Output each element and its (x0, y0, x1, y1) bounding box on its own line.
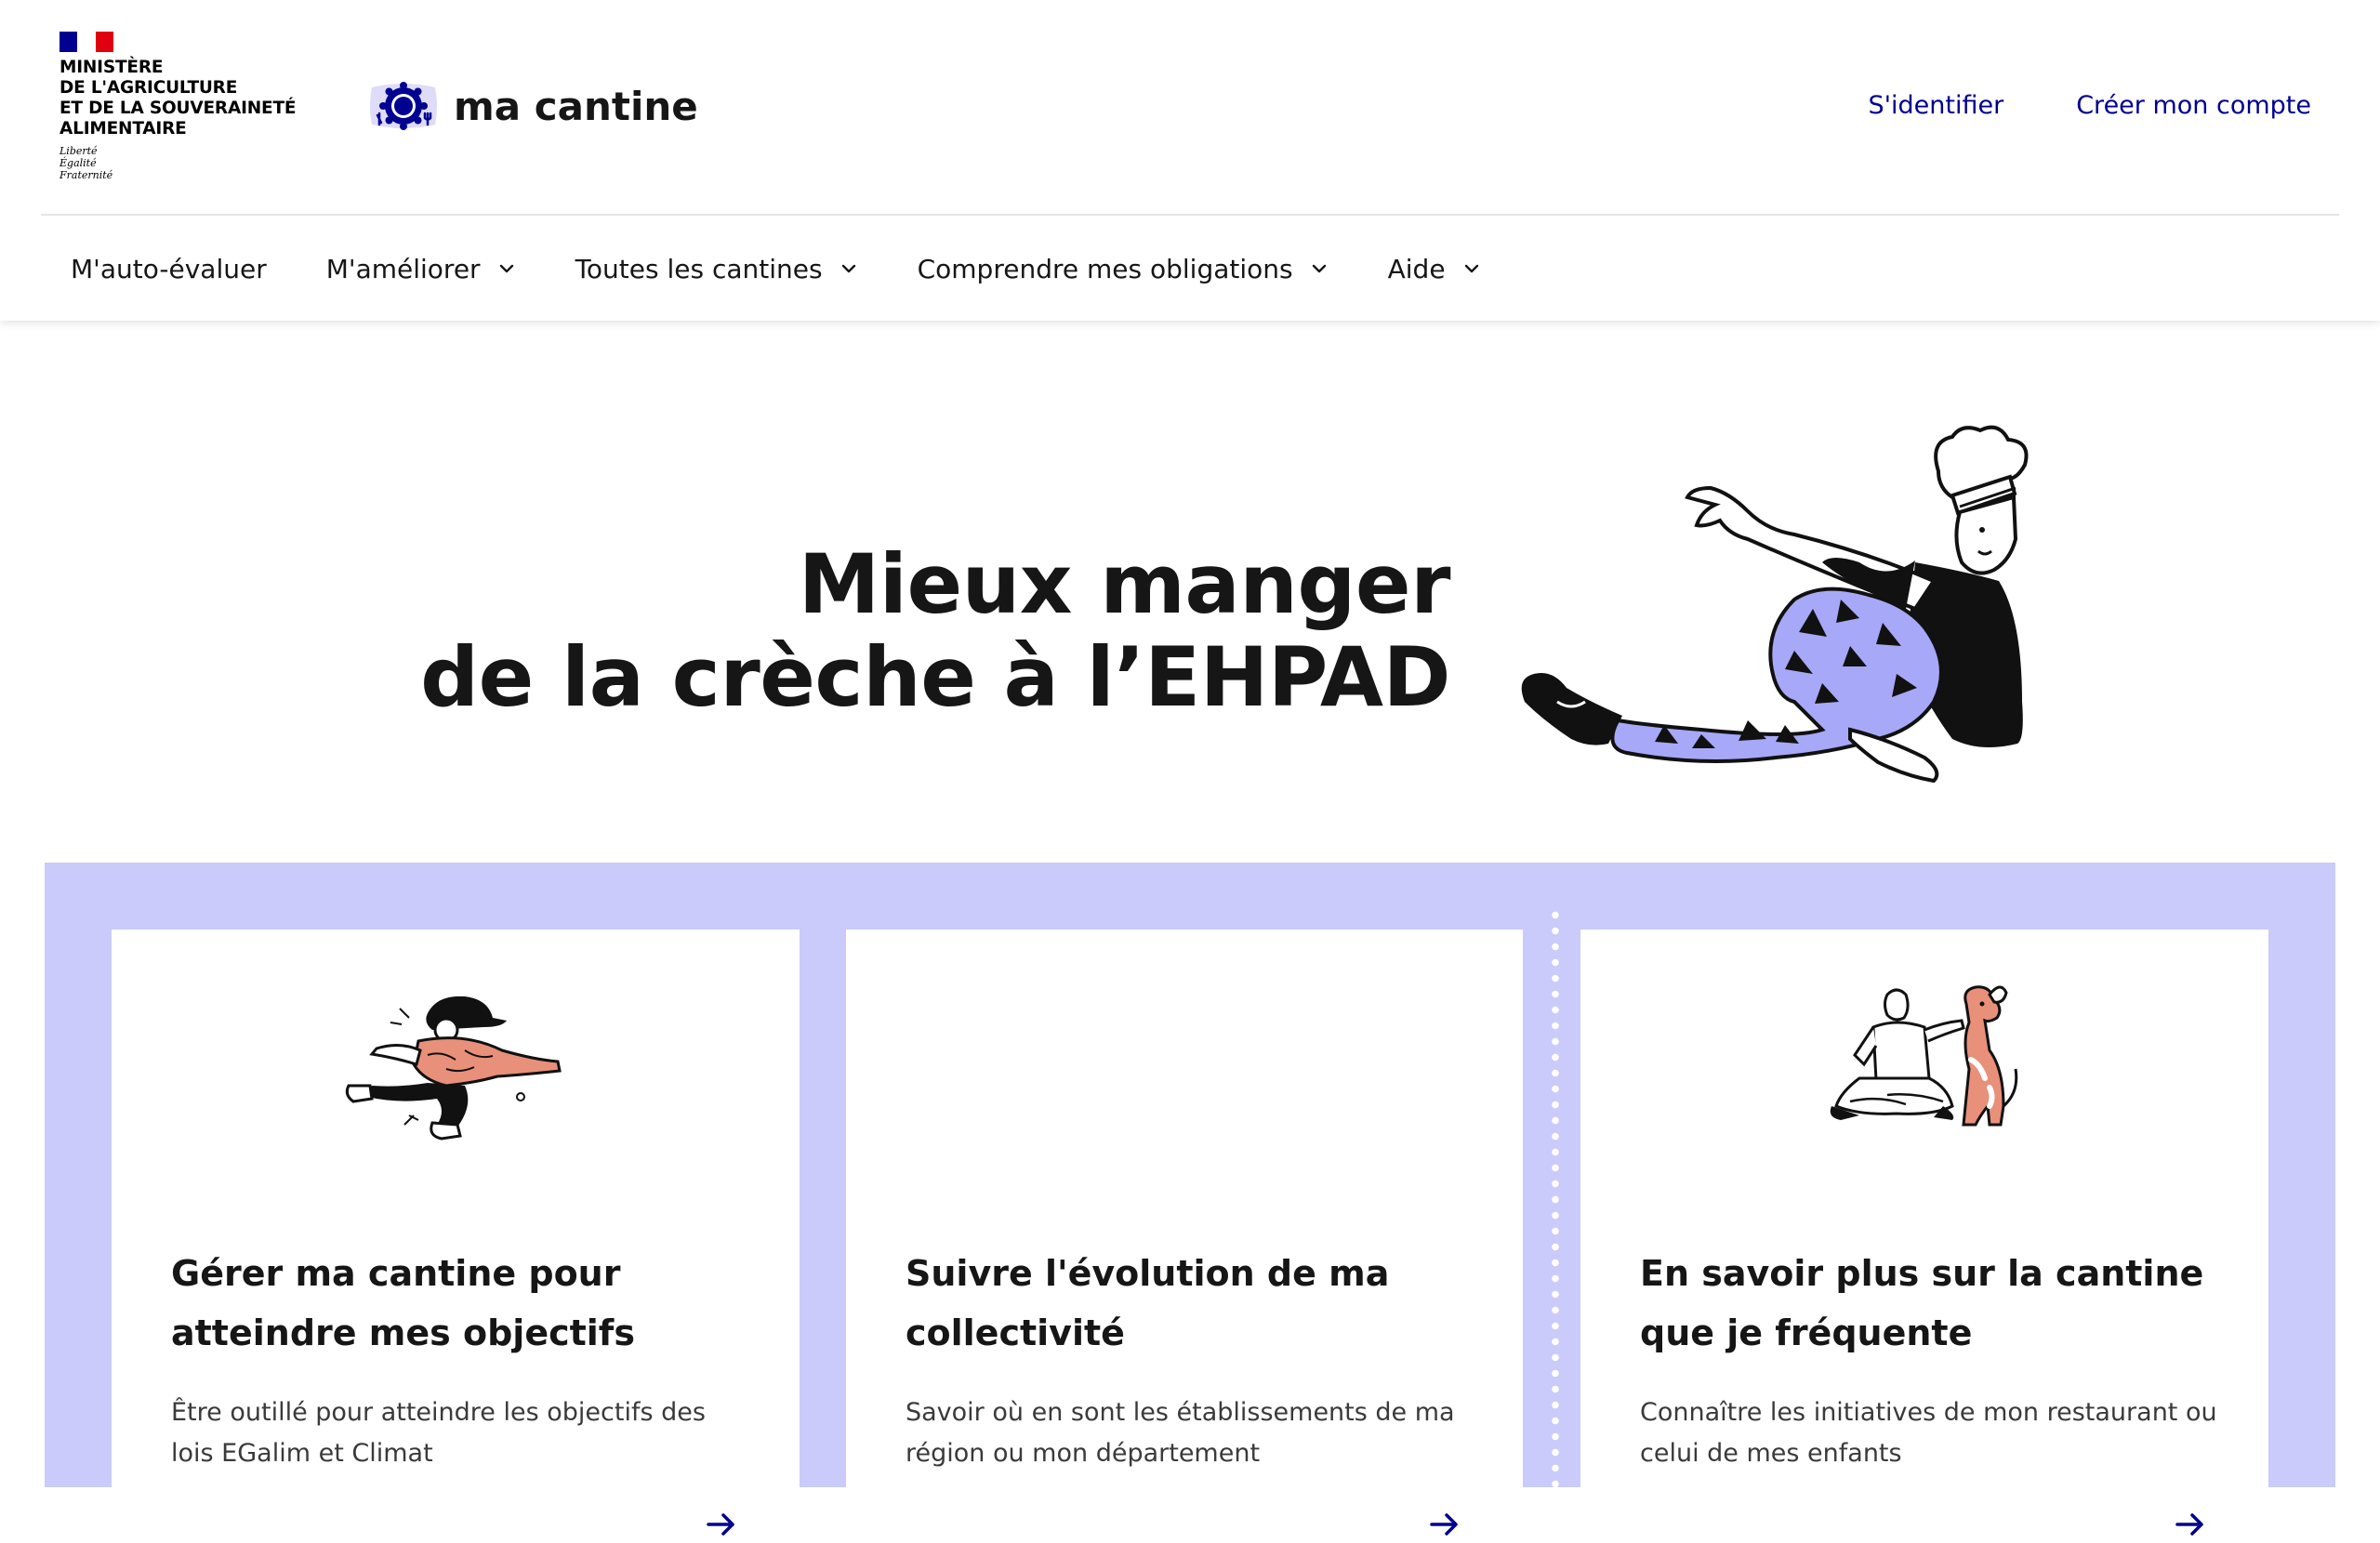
ministry-line-4: ALIMENTAIRE (60, 119, 187, 138)
card-title: Suivre l'évolution de ma collectivité (906, 1253, 1390, 1353)
user-profiles-section: Gérer ma cantine pour atteindre mes obje… (45, 863, 2335, 1536)
header-quick-links: S'identifier Créer mon compte (1868, 91, 2311, 120)
motto-line-2: Égalité (60, 157, 97, 169)
french-flag-icon (60, 32, 113, 52)
card-manage-canteen[interactable]: Gérer ma cantine pour atteindre mes obje… (112, 930, 800, 1536)
header-top-bar: MINISTÈRE DE L'AGRICULTURE ET DE LA SOUV… (41, 0, 2339, 216)
nav-item-label: Comprendre mes obligations (917, 253, 1293, 284)
motto-line-1: Liberté (60, 145, 98, 157)
card-follow-community[interactable]: Suivre l'évolution de ma collectivité Sa… (846, 930, 1523, 1536)
nav-item-label: M'auto-évaluer (71, 253, 267, 284)
brand-home-link[interactable]: ma cantine (366, 74, 698, 138)
person-pointing-illustration (345, 996, 562, 1141)
hero-title-line-1: Mieux manger (798, 535, 1451, 632)
login-link[interactable]: S'identifier (1868, 91, 2003, 120)
ma-cantine-logo-icon (366, 78, 441, 134)
card-learn-canteen[interactable]: En savoir plus sur la cantine que je fré… (1580, 930, 2268, 1536)
card-description: Connaître les initiatives de mon restaur… (1640, 1398, 2217, 1468)
nav-item-help[interactable]: Aide (1358, 218, 1511, 320)
chevron-down-icon (1464, 264, 1478, 273)
brand-name: ma cantine (454, 83, 698, 129)
ministry-line-2: DE L'AGRICULTURE (60, 78, 238, 98)
arrow-right-icon[interactable] (2172, 1506, 2209, 1543)
nav-item-obligations[interactable]: Comprendre mes obligations (888, 218, 1358, 320)
chef-reclining-illustration (1521, 425, 2029, 784)
site-header: MINISTÈRE DE L'AGRICULTURE ET DE LA SOUV… (0, 0, 2380, 321)
chevron-down-icon (841, 264, 855, 273)
nav-item-improve[interactable]: M'améliorer (297, 218, 546, 320)
card-title: En savoir plus sur la cantine que je fré… (1640, 1253, 2204, 1353)
hero-title-line-2: de la crèche à l’EHPAD (420, 628, 1450, 725)
nav-item-label: M'améliorer (325, 253, 481, 284)
ministry-name: MINISTÈRE DE L'AGRICULTURE ET DE LA SOUV… (60, 58, 338, 139)
motto-line-3: Fraternité (60, 169, 113, 181)
ministry-line-1: MINISTÈRE (60, 58, 164, 77)
arrow-right-icon[interactable] (1426, 1506, 1463, 1543)
chevron-down-icon (1312, 264, 1326, 273)
dotted-divider (1551, 907, 1560, 1502)
card-title: Gérer ma cantine pour atteindre mes obje… (171, 1253, 635, 1353)
hero-title: Mieux manger de la crèche à l’EHPAD (335, 535, 1451, 725)
nav-item-all-canteens[interactable]: Toutes les cantines (546, 218, 888, 320)
chevron-down-icon (499, 264, 513, 273)
nav-item-label: Toutes les cantines (575, 253, 823, 284)
main-navigation: M'auto-évaluer M'améliorer Toutes les ca… (41, 218, 1511, 320)
person-with-dog-illustration (1830, 985, 2018, 1127)
card-description: Savoir où en sont les établissements de … (906, 1398, 1455, 1468)
signup-link[interactable]: Créer mon compte (2076, 91, 2311, 120)
arrow-right-icon[interactable] (703, 1506, 740, 1543)
government-logo[interactable]: MINISTÈRE DE L'AGRICULTURE ET DE LA SOUV… (60, 32, 338, 181)
ministry-line-3: ET DE LA SOUVERAINETÉ (60, 99, 297, 118)
nav-item-self-evaluate[interactable]: M'auto-évaluer (41, 218, 297, 320)
republic-motto: Liberté Égalité Fraternité (60, 145, 338, 181)
card-description: Être outillé pour atteindre les objectif… (171, 1398, 706, 1468)
nav-item-label: Aide (1387, 253, 1446, 284)
